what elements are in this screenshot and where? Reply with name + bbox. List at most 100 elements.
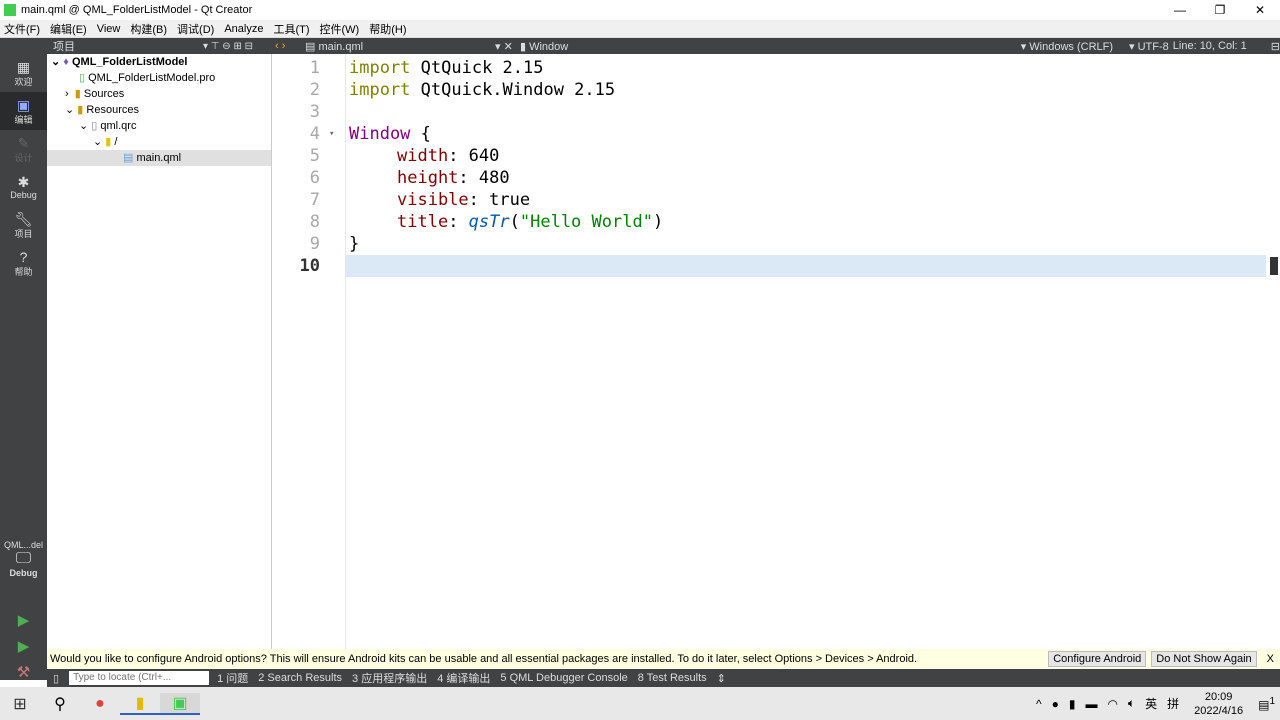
run-button[interactable]: ▶	[0, 608, 47, 634]
line-number: 5	[309, 146, 320, 166]
mode-edit[interactable]: ▣ 编辑	[0, 92, 47, 130]
chrome-icon[interactable]: ●	[80, 695, 120, 713]
code-line: height: 480	[397, 168, 510, 188]
code-editor[interactable]: 1 import QtQuick 2.15 2 import QtQuick.Win…	[273, 54, 1280, 649]
filter-icon[interactable]: ▾ ⊤ ⊖ ⊞ ⊟	[203, 41, 275, 52]
search-icon[interactable]: ⚲	[40, 694, 80, 714]
close-info-button[interactable]: X	[1267, 653, 1274, 665]
line-number: 7	[309, 190, 320, 210]
notification-icon[interactable]: ▤1	[1258, 696, 1275, 712]
volume-icon[interactable]: 🔈︎	[1128, 696, 1135, 711]
encoding-selector[interactable]: ▾ UTF-8	[1129, 40, 1169, 53]
configure-android-button[interactable]: Configure Android	[1048, 651, 1147, 667]
tab-compile-output[interactable]: 4 编译输出	[437, 670, 490, 686]
do-not-show-again-button[interactable]: Do Not Show Again	[1151, 651, 1257, 667]
qt-creator-logo-icon	[4, 4, 16, 16]
edit-icon: ▣	[16, 96, 31, 113]
output-pane-bar: ▯ 1 问题 2 Search Results 3 应用程序输出 4 编译输出 …	[47, 669, 1280, 687]
editor-toolbar: 项目 ▾ ⊤ ⊖ ⊞ ⊟ ‹ › ▤ main.qml ▾ ✕ ▮ Window…	[47, 38, 1280, 54]
back-button[interactable]: ‹ ›	[275, 40, 305, 52]
microphone-icon[interactable]: ▮	[1069, 697, 1076, 711]
mode-design[interactable]: ✎ 设计	[0, 130, 47, 168]
symbol-selector[interactable]: ▮ Window	[520, 40, 1021, 53]
grid-icon: ▦	[16, 58, 31, 75]
split-icon[interactable]: ⊟	[1271, 40, 1280, 53]
file-selector[interactable]: ▤ main.qml	[305, 40, 495, 53]
line-number: 8	[309, 212, 320, 232]
file-explorer-icon[interactable]: ▮	[120, 693, 160, 715]
show-hidden-icons[interactable]: ^	[1036, 697, 1042, 711]
locate-input[interactable]	[69, 671, 210, 685]
line-number: 4	[309, 124, 320, 144]
bug-icon: ✱	[17, 174, 30, 190]
cursor-position[interactable]: Line: 10, Col: 1	[1173, 40, 1247, 52]
menu-edit[interactable]: 编辑(E)	[50, 21, 87, 37]
battery-icon[interactable]: ▬	[1085, 697, 1097, 711]
qt-creator-taskbar-icon[interactable]: ▣	[160, 692, 200, 715]
build-button[interactable]: ⚒	[0, 660, 47, 686]
mode-welcome[interactable]: ▦ 欢迎	[0, 54, 47, 92]
code-line: title: qsTr("Hello World")	[397, 212, 664, 232]
code-line: width: 640	[397, 146, 500, 166]
tree-item-resources[interactable]: ⌄ ▮ Resources	[47, 102, 271, 118]
line-number: 3	[309, 102, 320, 122]
code-line: import QtQuick 2.15	[349, 58, 544, 78]
tree-item-main-qml[interactable]: ▤ main.qml	[47, 150, 271, 166]
menu-analyze[interactable]: Analyze	[224, 23, 263, 35]
fold-marker-icon[interactable]: ▾	[329, 123, 334, 145]
tab-search-results[interactable]: 2 Search Results	[258, 672, 342, 684]
tree-item-qrc[interactable]: ⌄ ▯ qml.qrc	[47, 118, 271, 134]
maximize-button[interactable]: ❐	[1200, 0, 1240, 20]
window-title: main.qml @ QML_FolderListModel - Qt Crea…	[21, 4, 253, 16]
tree-item-root-folder[interactable]: ⌄ ▮ /	[47, 134, 271, 150]
kit-selector[interactable]: QML...del 🖵︎ Debug	[0, 540, 47, 578]
menu-tools[interactable]: 工具(T)	[273, 21, 309, 37]
tab-application-output[interactable]: 3 应用程序输出	[352, 670, 427, 686]
line-number: 10	[299, 256, 320, 276]
line-number: 9	[309, 234, 320, 254]
tab-issues[interactable]: 1 问题	[217, 670, 248, 686]
monitor-icon: 🖵︎	[15, 550, 32, 567]
ime-mode[interactable]: 拼	[1167, 695, 1179, 712]
close-file-button[interactable]: ▾ ✕	[495, 40, 520, 53]
pen-icon: ✎	[17, 134, 30, 151]
tree-item-pro-file[interactable]: ▯ QML_FolderListModel.pro	[47, 70, 271, 86]
app-tray-icon[interactable]: ●	[1052, 697, 1059, 711]
mode-debug[interactable]: ✱ Debug	[0, 168, 47, 206]
clock[interactable]: 20:09 2022/4/16	[1194, 690, 1243, 718]
android-info-bar: Would you like to configure Android opti…	[47, 649, 1280, 669]
tab-test-results[interactable]: 8 Test Results	[638, 672, 707, 684]
menu-build[interactable]: 构建(B)	[130, 21, 167, 37]
debug-run-button[interactable]: ▶	[0, 634, 47, 660]
menu-controls[interactable]: 控件(W)	[320, 21, 360, 37]
wifi-icon[interactable]: ◠	[1107, 697, 1117, 711]
mode-selector: ▦ 欢迎 ▣ 编辑 ✎ 设计 ✱ Debug 🔧︎ 项目 ? 帮助 QML...del 🖵︎…	[0, 38, 47, 681]
scrollbar-marker[interactable]	[1270, 257, 1278, 275]
start-button[interactable]: ⊞	[0, 694, 40, 714]
wrench-icon: 🔧︎	[14, 210, 33, 227]
panel-title: 项目	[53, 41, 75, 53]
line-number: 1	[309, 58, 320, 78]
code-line: import QtQuick.Window 2.15	[349, 80, 616, 100]
tree-item-project[interactable]: ⌄ ♦ QML_FolderListModel	[47, 54, 271, 70]
minimize-button[interactable]: —	[1160, 0, 1200, 20]
menu-file[interactable]: 文件(F)	[4, 21, 40, 37]
tab-qml-debugger-console[interactable]: 5 QML Debugger Console	[500, 672, 627, 684]
line-ending-selector[interactable]: ▾ Windows (CRLF)	[1021, 40, 1113, 53]
menu-debug[interactable]: 调试(D)	[177, 21, 214, 37]
system-tray: ^ ● ▮ ▬ ◠ 🔈︎ 英 拼 20:09 2022/4/16 ▤1	[1031, 687, 1280, 720]
close-button[interactable]: ✕	[1240, 0, 1280, 20]
tree-item-sources[interactable]: › ▮ Sources	[47, 86, 271, 102]
menu-view[interactable]: View	[97, 23, 121, 35]
toggle-sidebar-icon[interactable]: ▯	[53, 672, 59, 685]
mode-help[interactable]: ? 帮助	[0, 244, 47, 282]
line-number: 2	[309, 80, 320, 100]
code-line: Window {	[349, 124, 431, 144]
ime-language[interactable]: 英	[1145, 695, 1157, 712]
more-tabs-icon[interactable]: ⇕	[717, 672, 726, 685]
info-message: Would you like to configure Android opti…	[50, 653, 918, 665]
mode-projects[interactable]: 🔧︎ 项目	[0, 206, 47, 244]
title-bar: main.qml @ QML_FolderListModel - Qt Crea…	[0, 0, 1280, 20]
menu-help[interactable]: 帮助(H)	[369, 21, 406, 37]
code-line: visible: true	[397, 190, 531, 210]
